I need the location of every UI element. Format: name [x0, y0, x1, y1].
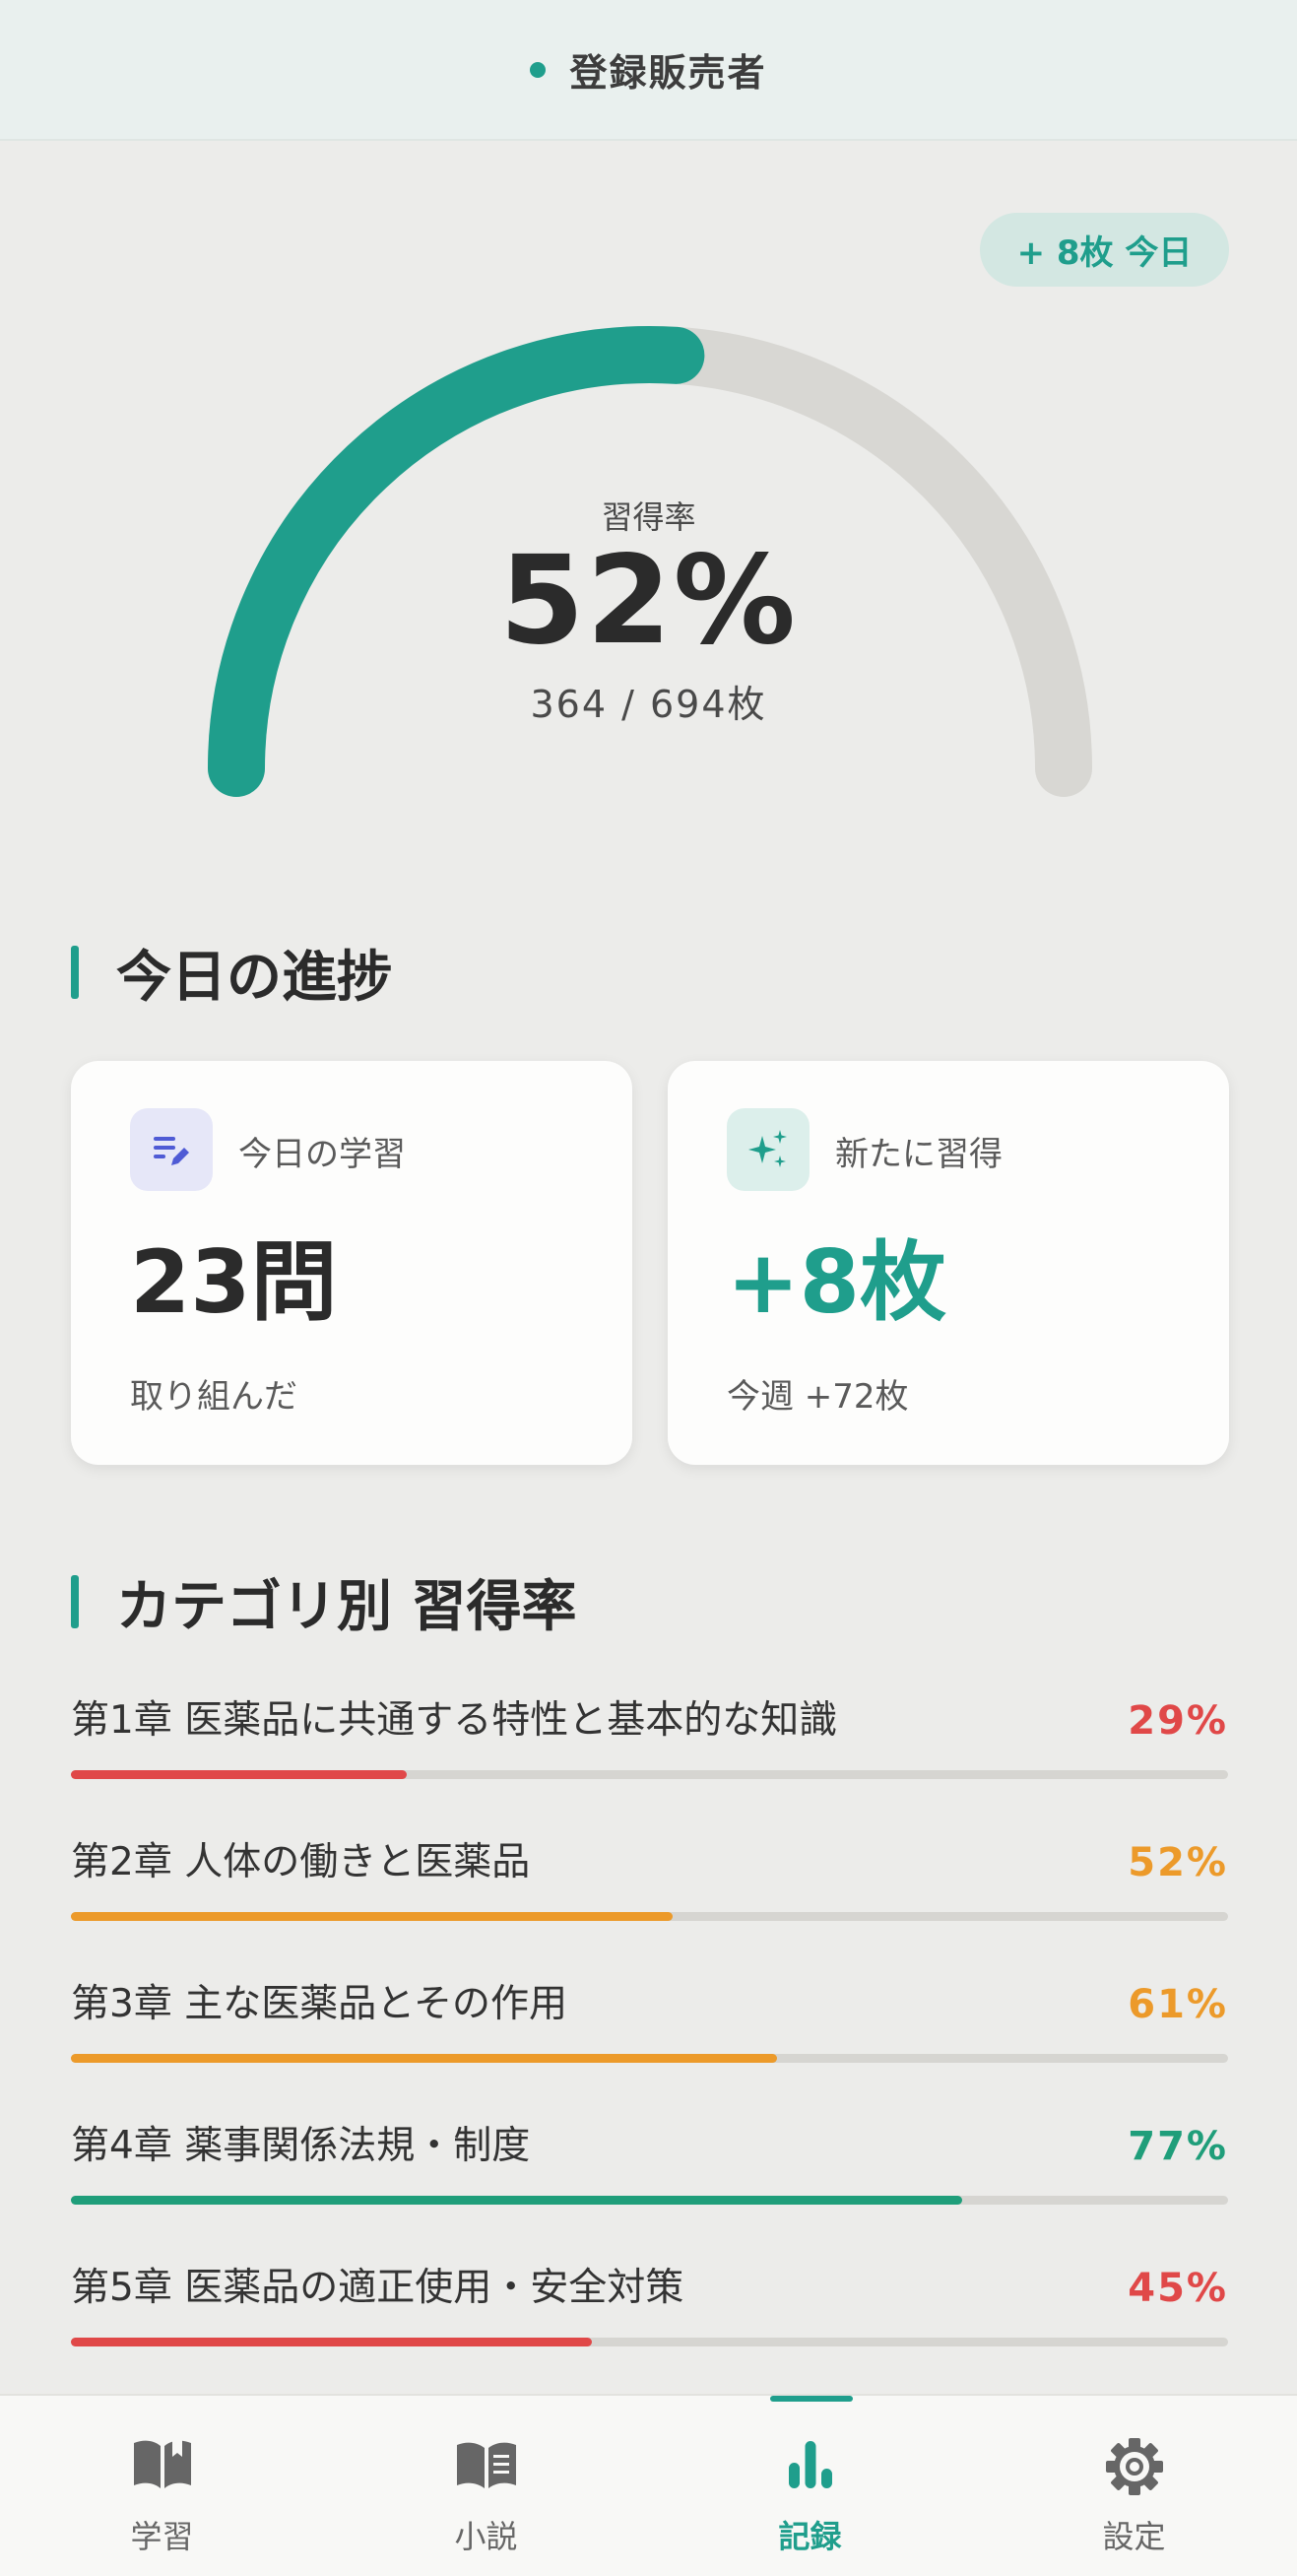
- category-row[interactable]: 第3章 主な医薬品とその作用 61%: [71, 1980, 1228, 2088]
- category-progress-track: [71, 2196, 1228, 2205]
- today-section-header: 今日の進捗: [71, 943, 392, 1010]
- mastery-count: 364 / 694枚: [530, 683, 767, 726]
- category-row[interactable]: 第1章 医薬品に共通する特性と基本的な知識 29%: [71, 1696, 1228, 1805]
- card-value: +8枚: [727, 1231, 946, 1333]
- tab-label: 小説: [454, 2518, 518, 2555]
- category-name: 第4章 薬事関係法規・制度: [71, 2124, 531, 2168]
- category-row[interactable]: 第5章 医薬品の適正使用・安全対策 45%: [71, 2264, 1228, 2372]
- bottom-tab-bar: 学習 小説 記録 設定: [0, 2394, 1297, 2576]
- status-dot-icon: [530, 61, 547, 78]
- tab-label: 記録: [778, 2518, 842, 2555]
- tab-study[interactable]: 学習: [0, 2396, 324, 2576]
- category-percent: 29%: [1128, 1698, 1228, 1744]
- category-percent: 61%: [1128, 1982, 1228, 2027]
- edit-list-icon: [130, 1108, 213, 1191]
- category-section-header: カテゴリ別 習得率: [71, 1572, 577, 1639]
- category-progress-track: [71, 1912, 1228, 1921]
- app-header: 登録販売者: [0, 0, 1297, 141]
- category-progress-fill: [71, 1912, 673, 1921]
- category-progress-track: [71, 1770, 1228, 1779]
- category-progress-fill: [71, 2338, 592, 2346]
- category-row[interactable]: 第2章 人体の働きと医薬品 52%: [71, 1838, 1228, 1947]
- open-book-icon: [0, 2435, 324, 2504]
- tab-records[interactable]: 記録: [648, 2396, 972, 2576]
- today-gain-badge: + 8枚 今日: [980, 213, 1229, 287]
- today-section-title: 今日の進捗: [116, 945, 392, 1010]
- category-percent: 45%: [1128, 2266, 1228, 2311]
- card-subtext: 取り組んだ: [130, 1377, 297, 1417]
- tab-novel[interactable]: 小説: [324, 2396, 648, 2576]
- section-accent-bar: [71, 946, 79, 999]
- bar-chart-icon: [648, 2435, 972, 2504]
- tab-label: 設定: [1102, 2518, 1166, 2555]
- category-row[interactable]: 第4章 薬事関係法規・制度 77%: [71, 2122, 1228, 2230]
- card-label: 今日の学習: [238, 1135, 406, 1174]
- page-title: 登録販売者: [569, 51, 767, 95]
- category-progress-fill: [71, 1770, 407, 1779]
- sparkle-icon: [727, 1108, 810, 1191]
- mastery-percent: 52%: [499, 530, 798, 672]
- today-study-card[interactable]: 今日の学習 23問 取り組んだ: [71, 1061, 632, 1465]
- category-name: 第2章 人体の働きと医薬品: [71, 1840, 531, 1884]
- card-label: 新たに習得: [835, 1135, 1003, 1174]
- category-progress-track: [71, 2054, 1228, 2063]
- card-value: 23問: [130, 1231, 338, 1333]
- category-name: 第5章 医薬品の適正使用・安全対策: [71, 2266, 684, 2310]
- card-subtext: 今週 +72枚: [727, 1377, 909, 1417]
- category-progress-fill: [71, 2054, 777, 2063]
- gear-icon: [972, 2435, 1296, 2504]
- new-mastered-card[interactable]: 新たに習得 +8枚 今週 +72枚: [668, 1061, 1229, 1465]
- category-name: 第3章 主な医薬品とその作用: [71, 1982, 568, 2026]
- category-progress-track: [71, 2338, 1228, 2346]
- category-progress-fill: [71, 2196, 962, 2205]
- category-percent: 77%: [1128, 2124, 1228, 2169]
- tab-label: 学習: [130, 2518, 194, 2555]
- novel-book-icon: [324, 2435, 648, 2504]
- category-percent: 52%: [1128, 1840, 1228, 1885]
- category-section-title: カテゴリ別 習得率: [116, 1574, 577, 1639]
- section-accent-bar: [71, 1575, 79, 1628]
- tab-settings[interactable]: 設定: [972, 2396, 1296, 2576]
- category-name: 第1章 医薬品に共通する特性と基本的な知識: [71, 1698, 838, 1743]
